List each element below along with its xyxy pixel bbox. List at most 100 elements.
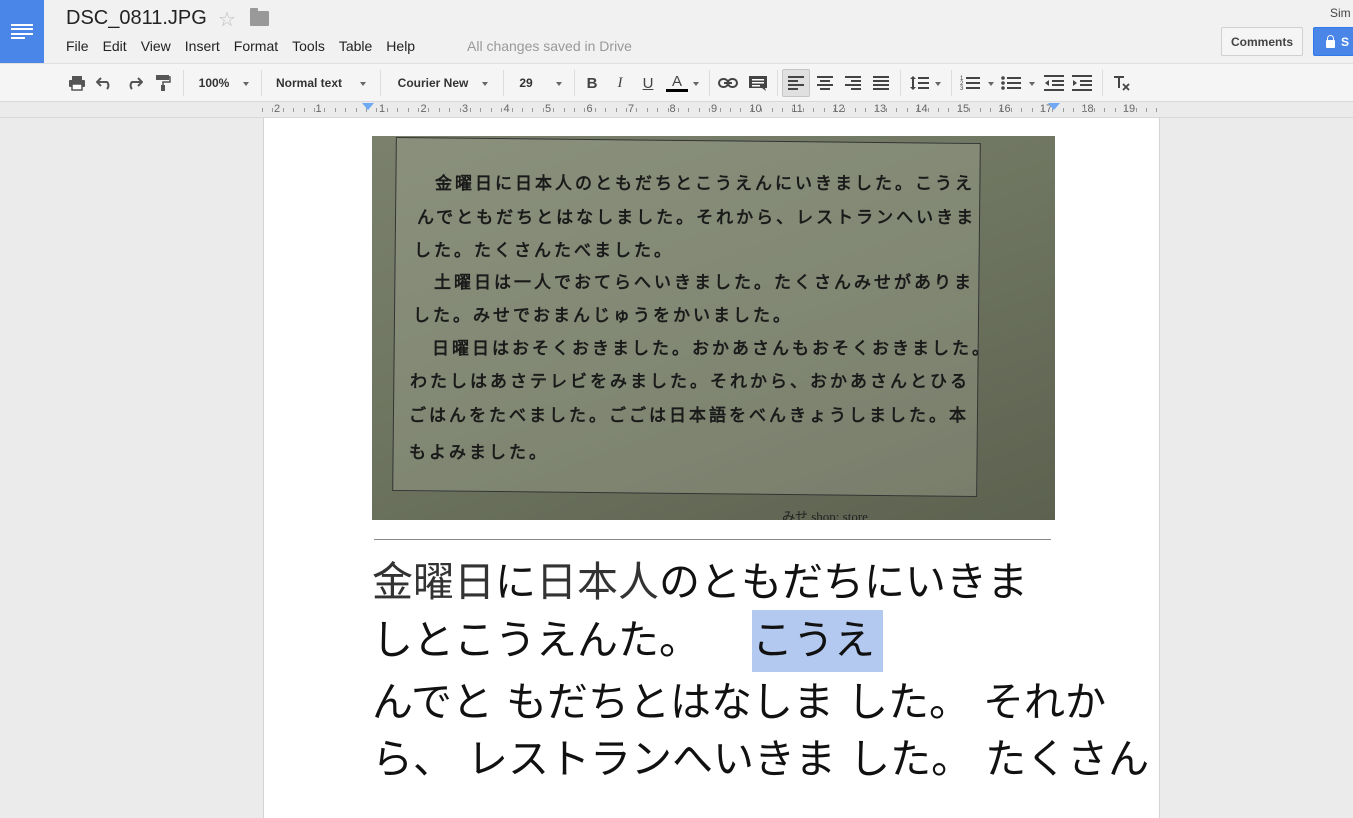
- ruler-tick: [1000, 108, 1002, 112]
- doc-text-line-3[interactable]: んでと もだちとはなしま した。 それか: [372, 668, 1106, 728]
- ruler-tick: [1062, 108, 1064, 112]
- user-name[interactable]: Sim: [1330, 6, 1351, 20]
- bold-button[interactable]: B: [581, 64, 603, 102]
- toolbar: 100% Normal text Courier New 29 B I U A …: [0, 63, 1353, 102]
- ruler-tick: [1083, 108, 1085, 112]
- ruler-tick: [657, 108, 659, 112]
- selected-text[interactable]: こうえ: [752, 610, 883, 672]
- ruler-tick: [969, 108, 971, 112]
- ruler-tick: [459, 108, 461, 112]
- ruler-tick: [1146, 108, 1147, 112]
- decrease-indent-icon[interactable]: [1042, 64, 1066, 102]
- font-select[interactable]: Courier New: [388, 64, 478, 102]
- numbered-list-caret-icon: [988, 82, 994, 86]
- document-page[interactable]: 金曜日に日本人のともだちとこうえんにいきました。こうえ んでともだちとはなしまし…: [263, 118, 1160, 818]
- paragraph-style-select[interactable]: Normal text: [268, 64, 350, 102]
- align-left-button[interactable]: [782, 69, 810, 97]
- justify-button[interactable]: [870, 64, 892, 102]
- ruler-tick: [428, 108, 430, 112]
- ruler-number: 2: [273, 103, 281, 115]
- ruler-tick: [719, 108, 721, 112]
- photo-text-line: 土曜日は一人でおてらへいきました。たくさんみせがありま: [434, 273, 974, 293]
- left-indent-marker-icon[interactable]: [362, 103, 374, 110]
- menu-table[interactable]: Table: [332, 38, 379, 54]
- ruler-number: 1: [315, 103, 322, 115]
- doc-text-segment: しとこうえんた。: [372, 616, 700, 664]
- text-color-swatch: [666, 89, 688, 92]
- ruler-tick: [282, 108, 284, 112]
- ruler-tick: [501, 108, 503, 112]
- ruler-tick: [927, 108, 929, 112]
- ruler-tick: [698, 108, 700, 112]
- menu-help[interactable]: Help: [379, 38, 422, 54]
- docs-home-icon[interactable]: [0, 0, 44, 63]
- comment-icon[interactable]: [746, 64, 770, 102]
- ruler-number: 3: [461, 103, 469, 115]
- ruler-tick: [948, 108, 950, 112]
- link-icon[interactable]: [716, 64, 740, 102]
- star-icon[interactable]: ☆: [218, 7, 236, 32]
- menu-tools[interactable]: Tools: [285, 38, 332, 54]
- menu-file[interactable]: File: [66, 38, 96, 54]
- text-color-letter: A: [671, 73, 682, 90]
- ruler-tick: [272, 108, 274, 112]
- comments-button[interactable]: Comments: [1221, 27, 1303, 56]
- ruler-tick: [345, 108, 347, 112]
- svg-text:3: 3: [960, 86, 964, 91]
- doc-text-line-1[interactable]: 金曜日に日本人のともだちにいきま: [372, 548, 1028, 608]
- zoom-select[interactable]: 100%: [190, 64, 238, 102]
- ruler-tick: [532, 108, 534, 112]
- share-button[interactable]: S: [1313, 27, 1353, 56]
- embedded-photo[interactable]: 金曜日に日本人のともだちとこうえんにいきました。こうえ んでともだちとはなしまし…: [372, 136, 1055, 520]
- ruler-tick: [262, 108, 263, 112]
- ruler-tick: [1021, 108, 1023, 112]
- numbered-list-icon[interactable]: 123: [958, 64, 982, 102]
- redo-icon[interactable]: [123, 64, 145, 102]
- doc-text-line-4[interactable]: ら、 レストランへいきま した。 たくさん: [372, 725, 1149, 785]
- align-center-button[interactable]: [814, 64, 836, 102]
- menu-format[interactable]: Format: [227, 38, 285, 54]
- ruler-tick: [1156, 108, 1158, 112]
- ruler-tick: [1114, 108, 1116, 112]
- folder-icon[interactable]: [250, 8, 269, 26]
- increase-indent-icon[interactable]: [1070, 64, 1094, 102]
- bulleted-list-icon[interactable]: [999, 64, 1023, 102]
- undo-icon[interactable]: [94, 64, 116, 102]
- menu-insert[interactable]: Insert: [178, 38, 227, 54]
- ruler-tick: [438, 108, 440, 112]
- ruler-tick: [886, 108, 887, 112]
- ruler-tick: [334, 108, 336, 112]
- ruler-number: 7: [627, 103, 635, 115]
- ruler-number: 2: [420, 103, 427, 115]
- photo-text-line: 金曜日に日本人のともだちとこうえんにいきました。こうえ: [435, 174, 975, 194]
- ruler-tick: [1042, 108, 1043, 112]
- ruler-tick: [823, 108, 825, 112]
- right-indent-marker-icon[interactable]: [1048, 103, 1060, 110]
- text-color-button[interactable]: A: [664, 64, 690, 102]
- ruler-tick: [1010, 108, 1012, 112]
- line-spacing-icon[interactable]: [907, 64, 931, 102]
- doc-text-line-2[interactable]: しとこうえんた。 こうえ: [372, 606, 883, 672]
- align-right-button[interactable]: [842, 64, 864, 102]
- document-title[interactable]: DSC_0811.JPG: [66, 7, 207, 30]
- ruler-tick: [511, 108, 513, 112]
- ruler-tick: [813, 108, 815, 112]
- photo-footnote: みせ shop: store: [782, 509, 868, 520]
- paint-format-icon[interactable]: [152, 64, 174, 102]
- ruler-tick: [667, 108, 669, 112]
- menu-edit[interactable]: Edit: [96, 38, 134, 54]
- font-size-select[interactable]: 29: [510, 64, 542, 102]
- bulleted-list-caret-icon: [1029, 82, 1035, 86]
- ruler[interactable]: 2 1 1 2 3 4 5 6 7 8 9 10 11 12 13 14 15 16 17 18 19: [0, 102, 1353, 118]
- ruler-tick: [522, 108, 523, 112]
- menu-view[interactable]: View: [134, 38, 178, 54]
- doc-text-segment: のともだちにいきま: [659, 558, 1028, 606]
- italic-button[interactable]: I: [609, 64, 631, 102]
- photo-text-line: ごはんをたべました。ごごは日本語をべんきょうしました。本: [409, 406, 969, 426]
- ruler-tick: [854, 108, 856, 112]
- clear-formatting-icon[interactable]: [1110, 64, 1134, 102]
- print-icon[interactable]: [66, 64, 88, 102]
- ruler-tick: [688, 108, 690, 112]
- underline-button[interactable]: U: [637, 64, 659, 102]
- header-bar: DSC_0811.JPG ☆ File Edit View Insert For…: [0, 0, 1353, 63]
